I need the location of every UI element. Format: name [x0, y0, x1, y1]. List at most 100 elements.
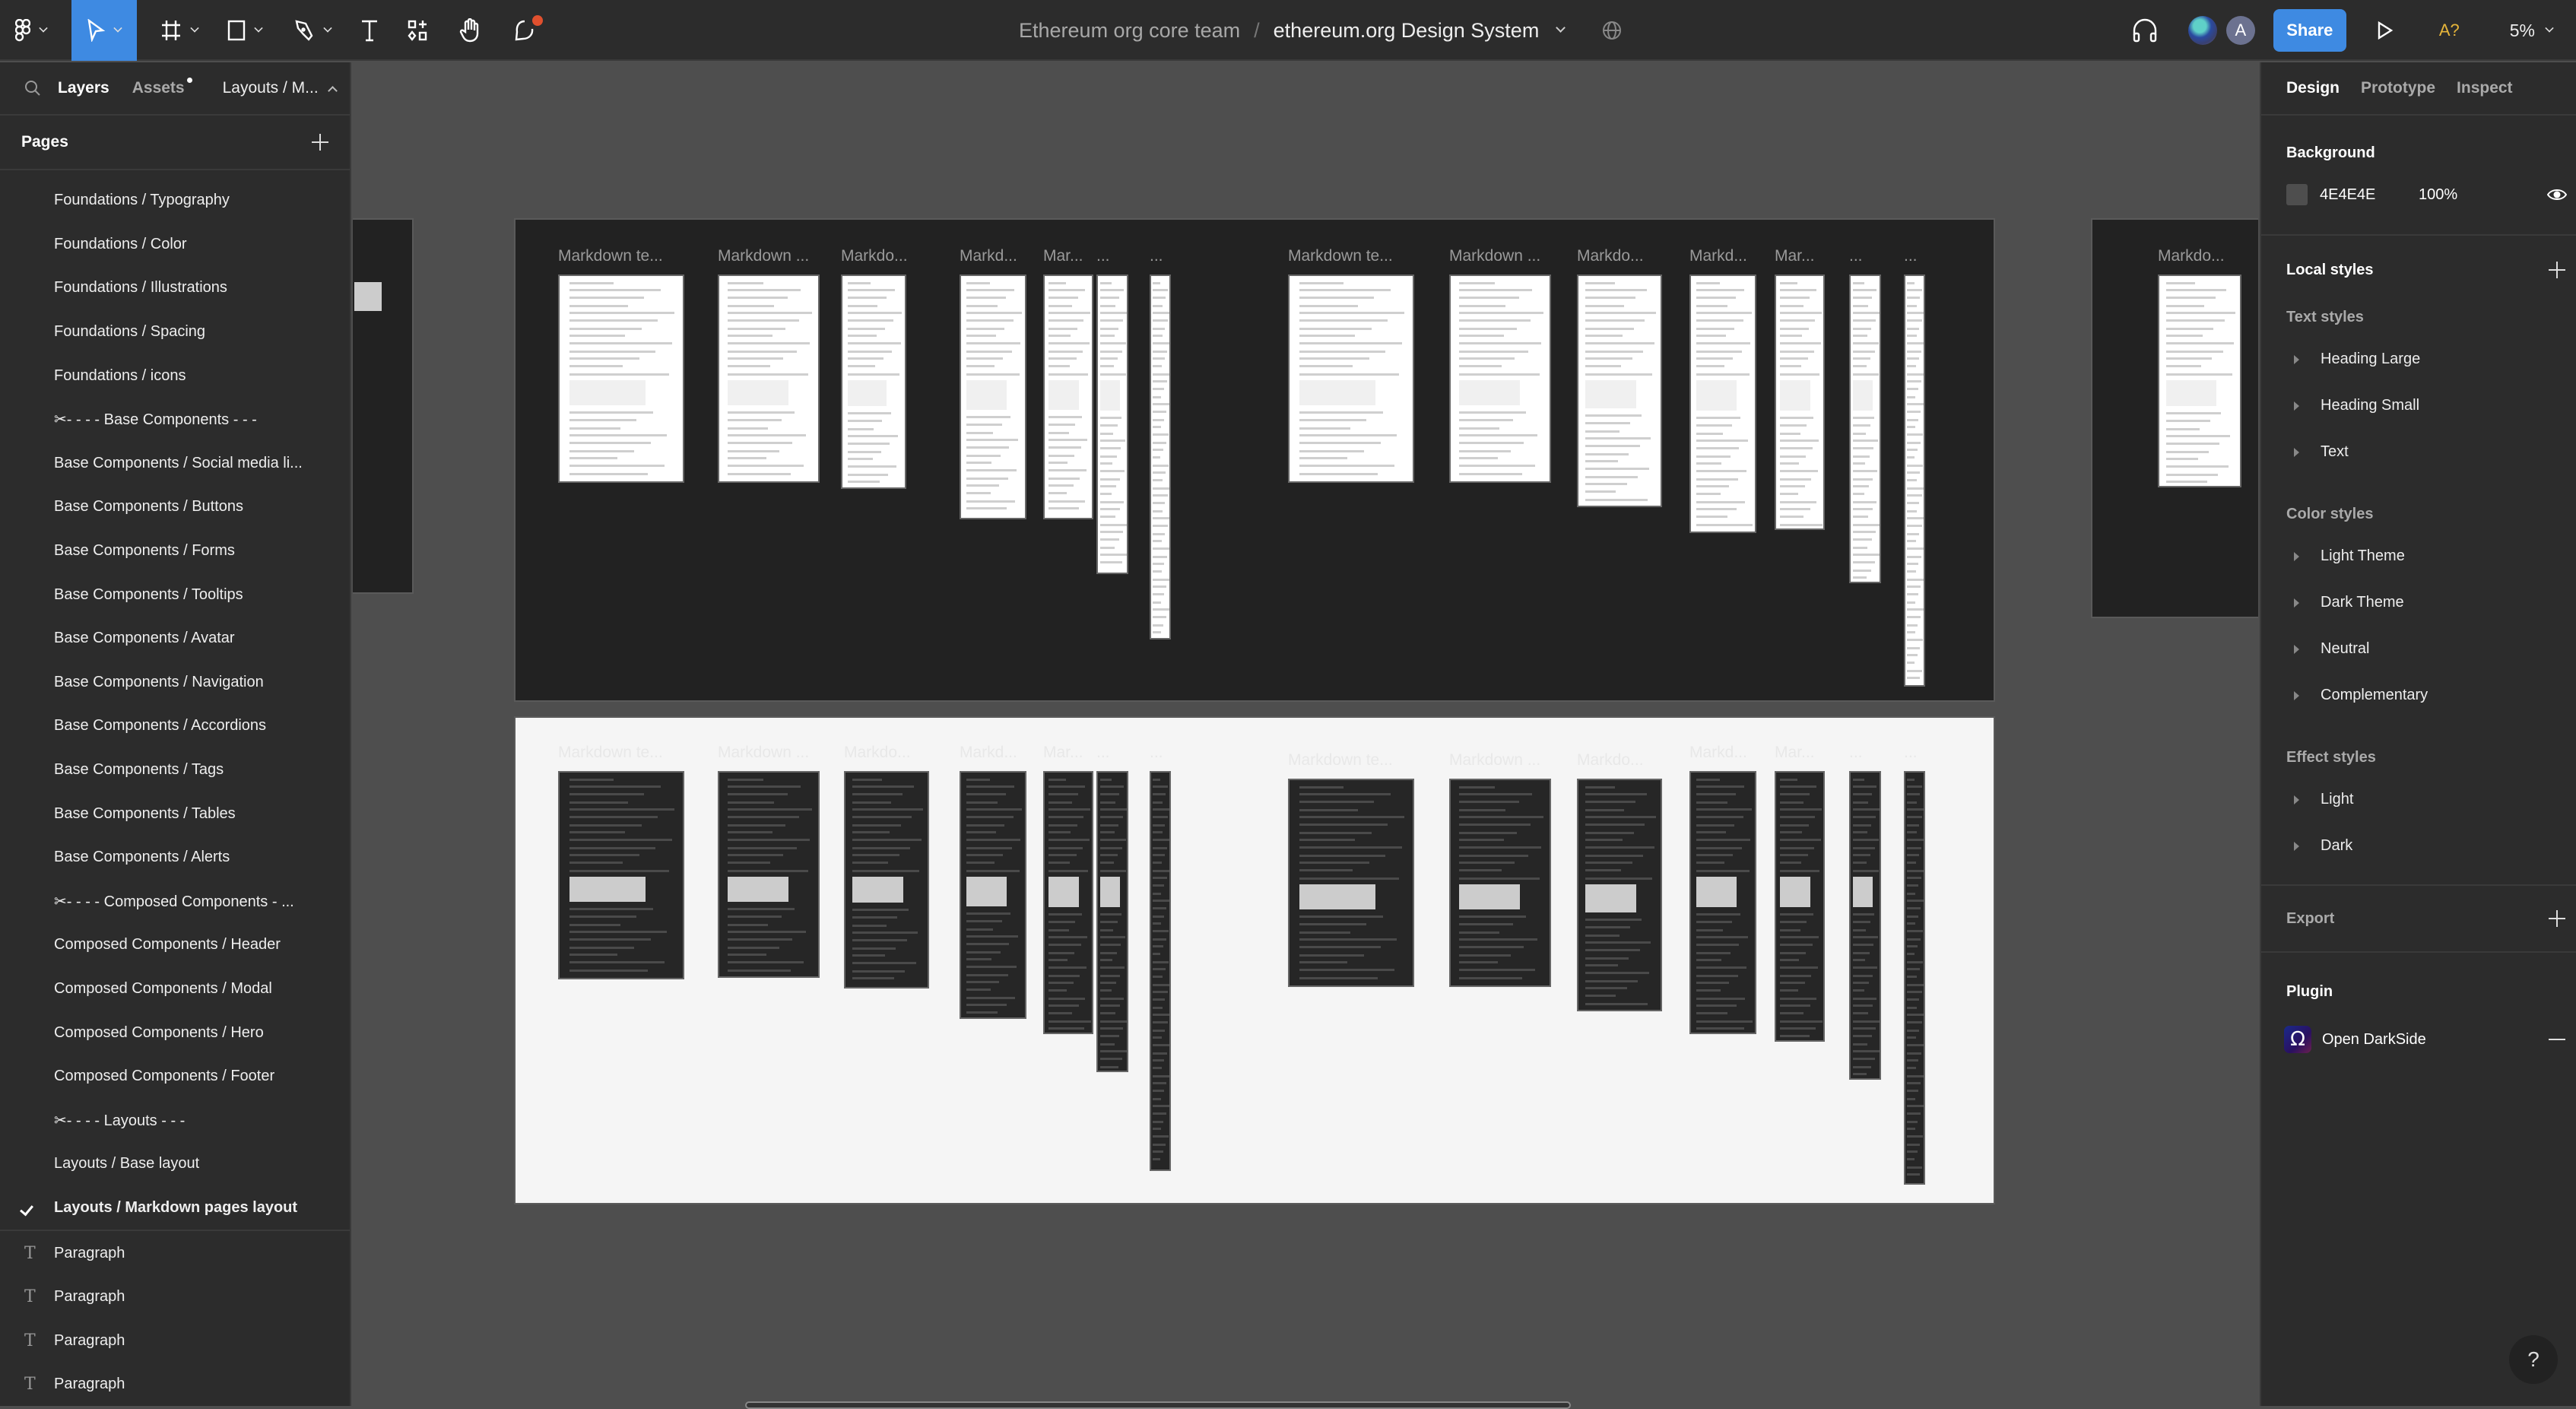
page-frame-thumbnail[interactable]: [1577, 779, 1662, 1011]
style-item[interactable]: Heading Large: [2261, 336, 2576, 382]
frame-label[interactable]: Mar...: [1043, 247, 1083, 265]
page-item[interactable]: Base Components / Tables: [0, 792, 350, 836]
present-play-icon[interactable]: [2377, 21, 2394, 40]
page-item[interactable]: ✂- - - - Layouts - - -: [0, 1098, 350, 1142]
page-dropdown[interactable]: Layouts / M...: [223, 79, 338, 97]
page-frame-thumbnail[interactable]: [1904, 275, 1925, 687]
plugin-name[interactable]: Open DarkSide: [2322, 1031, 2426, 1049]
remove-plugin-button[interactable]: [2549, 1039, 2565, 1040]
background-hex-input[interactable]: 4E4E4E: [2320, 186, 2419, 204]
page-frame-thumbnail[interactable]: [844, 771, 929, 989]
page-item[interactable]: Foundations / icons: [0, 354, 350, 398]
layer-item[interactable]: T Paragraph: [0, 1363, 350, 1407]
dark-section[interactable]: Markdown te... Markdown ... Markdo... Markd…: [514, 218, 1995, 702]
page-frame-thumbnail[interactable]: [1288, 779, 1414, 987]
page-frame-thumbnail[interactable]: [841, 275, 906, 489]
style-item[interactable]: Light: [2261, 776, 2576, 823]
zoom-dropdown[interactable]: 5%: [2510, 21, 2554, 41]
page-item[interactable]: Composed Components / Header: [0, 923, 350, 967]
frame-label[interactable]: ...: [1849, 247, 1863, 265]
page-item[interactable]: Layouts / Base layout: [0, 1142, 350, 1186]
globe-icon[interactable]: [1602, 21, 1622, 40]
page-frame-thumbnail[interactable]: [1775, 275, 1825, 530]
page-item[interactable]: Layouts / Markdown pages layout: [0, 1186, 350, 1230]
tab-layers[interactable]: Layers: [58, 79, 109, 97]
page-frame-thumbnail[interactable]: [1043, 771, 1093, 1034]
shape-tool[interactable]: [214, 0, 275, 61]
frame-label[interactable]: ...: [1904, 247, 1918, 265]
expand-triangle-icon[interactable]: [2294, 401, 2299, 411]
layer-item[interactable]: T Paragraph: [0, 1319, 350, 1363]
page-item[interactable]: Foundations / Color: [0, 223, 350, 267]
frame-label[interactable]: ...: [1096, 744, 1110, 762]
layer-item[interactable]: T Paragraph: [0, 1231, 350, 1275]
frame-label[interactable]: Markdo...: [841, 247, 908, 265]
page-item[interactable]: Base Components / Navigation: [0, 661, 350, 705]
headphones-icon[interactable]: [2132, 18, 2158, 43]
team-name[interactable]: Ethereum org core team: [1019, 19, 1240, 43]
frame-label[interactable]: ...: [1150, 744, 1163, 762]
page-frame-thumbnail[interactable]: [1150, 771, 1171, 1171]
pen-tool[interactable]: [283, 0, 344, 61]
frame-label[interactable]: Markd...: [960, 247, 1017, 265]
page-frame-thumbnail[interactable]: [2158, 275, 2241, 487]
style-item[interactable]: Heading Small: [2261, 382, 2576, 429]
frame-label[interactable]: Markdo...: [1577, 247, 1644, 265]
file-name[interactable]: ethereum.org Design System: [1274, 19, 1540, 43]
frame-label[interactable]: Markd...: [1689, 247, 1747, 265]
frame-label[interactable]: Mar...: [1775, 744, 1815, 762]
horizontal-scrollbar[interactable]: [745, 1401, 1571, 1409]
page-frame-thumbnail[interactable]: [718, 771, 820, 978]
frame-label[interactable]: Markdown te...: [558, 247, 663, 265]
frame-label[interactable]: Markdown te...: [1288, 247, 1393, 265]
right-section[interactable]: Markdo...: [2091, 218, 2258, 618]
page-item[interactable]: Foundations / Illustrations: [0, 266, 350, 310]
style-item[interactable]: Dark Theme: [2261, 579, 2576, 626]
page-frame-thumbnail[interactable]: [1096, 275, 1128, 574]
hand-tool[interactable]: [447, 0, 493, 61]
canvas[interactable]: Markdown te... Markdown ... Markdo... Markd…: [353, 62, 2258, 1406]
page-item[interactable]: Composed Components / Footer: [0, 1055, 350, 1099]
expand-triangle-icon[interactable]: [2294, 644, 2299, 654]
frame-tool[interactable]: [149, 0, 210, 61]
frame-label[interactable]: ...: [1150, 247, 1163, 265]
expand-triangle-icon[interactable]: [2294, 598, 2299, 608]
move-tool[interactable]: [71, 0, 137, 61]
share-button[interactable]: Share: [2273, 9, 2346, 52]
tab-inspect[interactable]: Inspect: [2457, 79, 2513, 97]
eye-icon[interactable]: [2547, 188, 2567, 202]
style-item[interactable]: Light Theme: [2261, 533, 2576, 579]
background-color-swatch[interactable]: [2286, 184, 2308, 205]
page-frame-thumbnail[interactable]: [1775, 771, 1825, 1042]
search-icon[interactable]: [24, 80, 41, 97]
frame-label[interactable]: Mar...: [1775, 247, 1815, 265]
style-item[interactable]: Text: [2261, 429, 2576, 475]
tab-prototype[interactable]: Prototype: [2361, 79, 2435, 97]
page-frame-thumbnail[interactable]: [1577, 275, 1662, 507]
expand-triangle-icon[interactable]: [2294, 551, 2299, 561]
page-item[interactable]: ✂- - - - Composed Components - ...: [0, 880, 350, 924]
page-item[interactable]: Base Components / Tooltips: [0, 573, 350, 617]
page-item[interactable]: Base Components / Tags: [0, 748, 350, 792]
add-style-button[interactable]: [2549, 262, 2565, 278]
frame-label[interactable]: Markd...: [960, 744, 1017, 762]
add-export-button[interactable]: [2549, 910, 2565, 927]
add-page-button[interactable]: [312, 134, 328, 151]
avatar-user-photo[interactable]: [2187, 16, 2217, 45]
expand-triangle-icon[interactable]: [2294, 795, 2299, 804]
page-frame-thumbnail[interactable]: [1449, 779, 1551, 987]
page-frame-thumbnail[interactable]: [1449, 275, 1551, 483]
chevron-down-icon[interactable]: [1556, 22, 1566, 33]
style-item[interactable]: Neutral: [2261, 626, 2576, 672]
style-item[interactable]: Dark: [2261, 823, 2576, 869]
page-item[interactable]: Composed Components / Modal: [0, 967, 350, 1011]
text-tool[interactable]: [347, 0, 392, 61]
page-frame-thumbnail[interactable]: [718, 275, 820, 483]
frame-label[interactable]: Markdown te...: [1288, 751, 1393, 770]
style-item[interactable]: Complementary: [2261, 672, 2576, 719]
frame-label[interactable]: Markdown ...: [718, 247, 809, 265]
page-item[interactable]: Base Components / Forms: [0, 529, 350, 573]
page-frame-thumbnail[interactable]: [1904, 771, 1925, 1185]
resources-tool[interactable]: [395, 0, 441, 61]
frame-label[interactable]: Markdo...: [2158, 247, 2225, 265]
